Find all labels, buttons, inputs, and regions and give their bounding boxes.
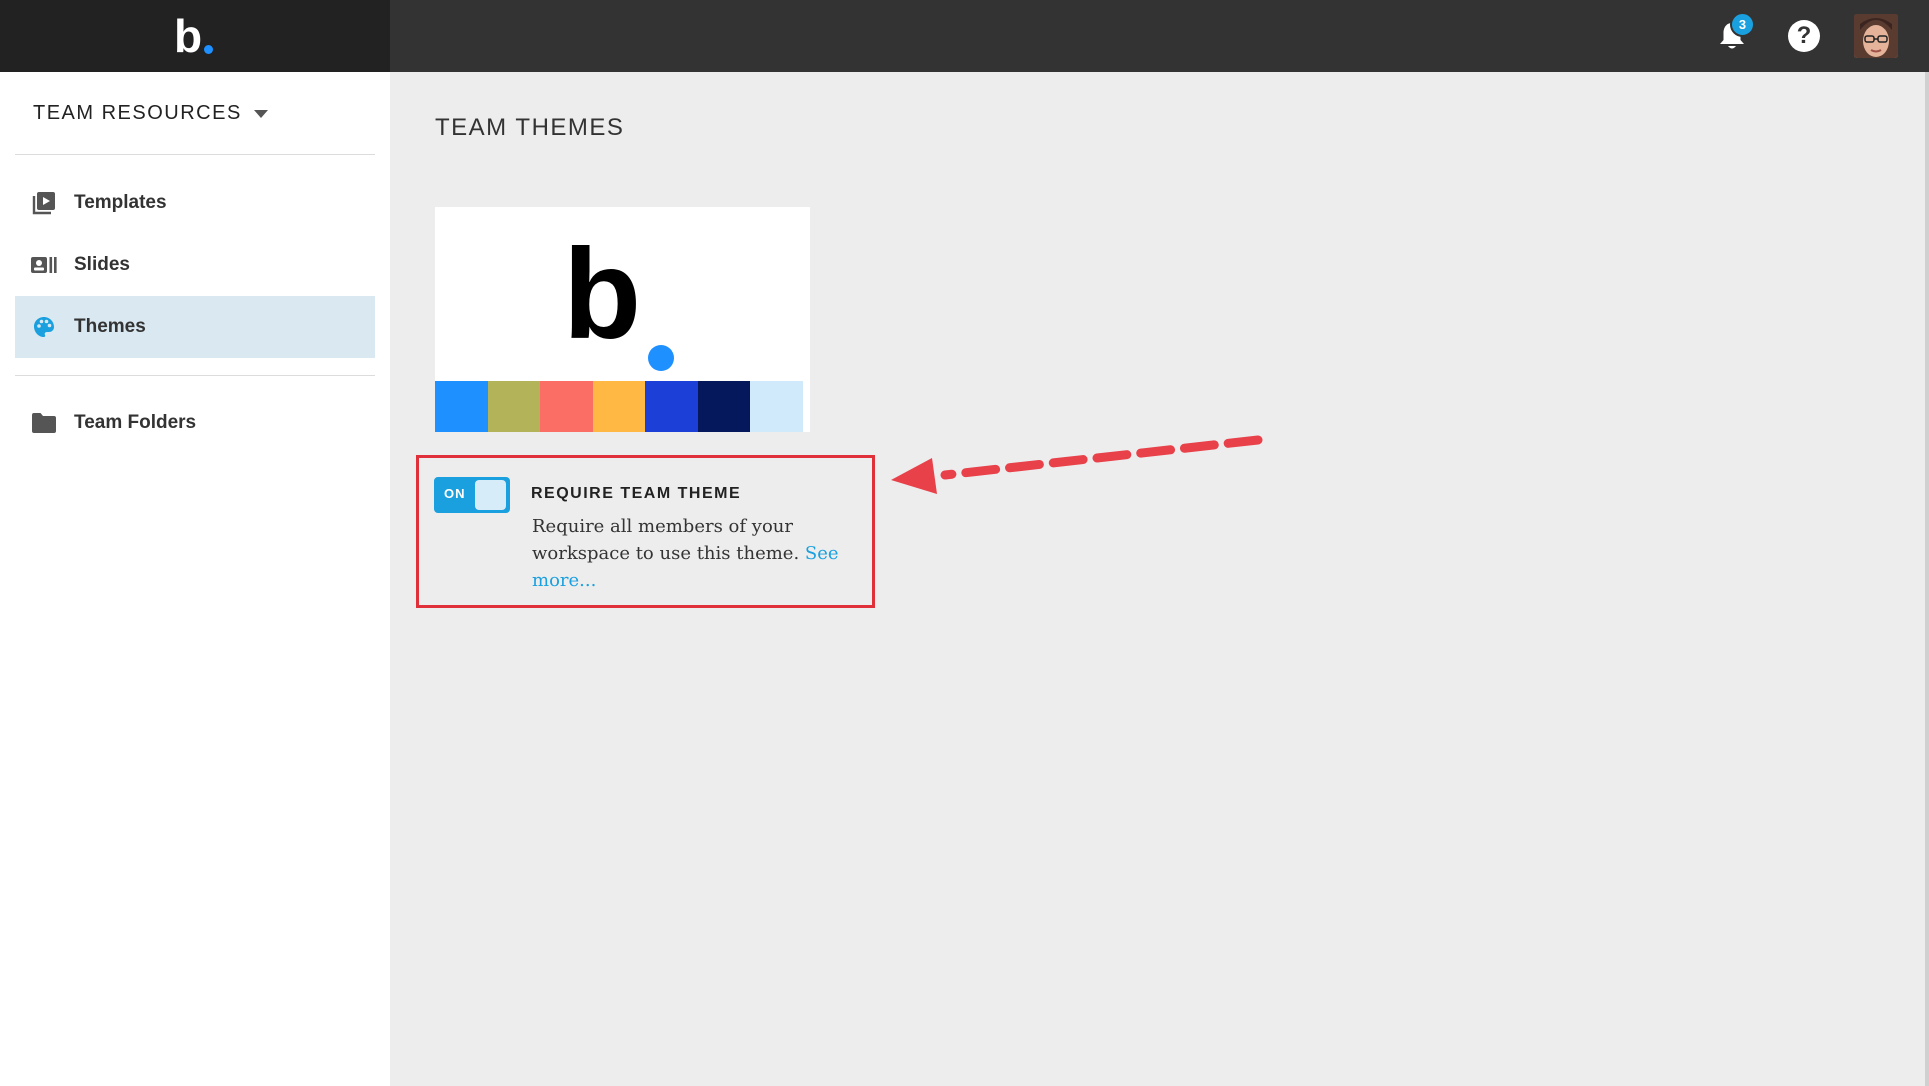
sidebar-item-label: Themes: [74, 316, 146, 337]
sidebar-item-label: Templates: [74, 192, 167, 213]
require-theme-title: REQUIRE TEAM THEME: [531, 485, 742, 502]
scrollbar[interactable]: [1925, 72, 1929, 1086]
require-theme-text: Require all members of your workspace to…: [532, 516, 800, 564]
sidebar-divider: [15, 375, 375, 376]
theme-logo: b: [563, 223, 642, 366]
palette-icon: [31, 315, 57, 339]
palette-swatch: [750, 381, 804, 432]
sidebar-item-templates[interactable]: Templates: [15, 172, 375, 234]
require-theme-description: Require all members of your workspace to…: [532, 513, 877, 594]
annotation-arrow-icon: [891, 435, 1263, 494]
require-theme-toggle[interactable]: ON: [434, 477, 510, 513]
sidebar-item-themes[interactable]: Themes: [15, 296, 375, 358]
play-stack-icon: [31, 191, 57, 215]
page-title: TEAM THEMES: [435, 114, 625, 141]
theme-card[interactable]: b: [435, 207, 810, 432]
sidebar: TEAM RESOURCES Templates Slides Themes T…: [0, 72, 390, 1086]
theme-palette: [435, 381, 804, 432]
sidebar-item-label: Slides: [74, 254, 130, 275]
palette-swatch: [435, 381, 488, 432]
palette-swatch: [487, 381, 541, 432]
toggle-knob: [475, 480, 506, 510]
logo-dot: [204, 45, 213, 54]
palette-swatch: [540, 381, 593, 432]
logo-area[interactable]: b: [0, 0, 390, 72]
palette-swatch: [697, 381, 751, 432]
theme-logo-dot: [648, 345, 674, 371]
sidebar-item-team-folders[interactable]: Team Folders: [15, 392, 375, 454]
folder-icon: [31, 411, 57, 435]
team-resources-label: TEAM RESOURCES: [33, 102, 242, 124]
app-logo: b: [174, 10, 203, 62]
notification-badge[interactable]: 3: [1730, 12, 1755, 37]
sidebar-divider: [15, 154, 375, 155]
chevron-down-icon: [253, 109, 268, 118]
help-icon[interactable]: ?: [1788, 20, 1820, 52]
palette-swatch: [645, 381, 698, 432]
team-resources-dropdown[interactable]: TEAM RESOURCES: [33, 102, 268, 125]
sidebar-item-label: Team Folders: [74, 412, 197, 433]
palette-swatch: [592, 381, 646, 432]
toggle-state-label: ON: [444, 486, 466, 501]
user-avatar[interactable]: [1854, 14, 1898, 58]
slides-icon: [31, 253, 57, 277]
top-bar: b 3 ?: [0, 0, 1929, 72]
sidebar-item-slides[interactable]: Slides: [15, 234, 375, 296]
